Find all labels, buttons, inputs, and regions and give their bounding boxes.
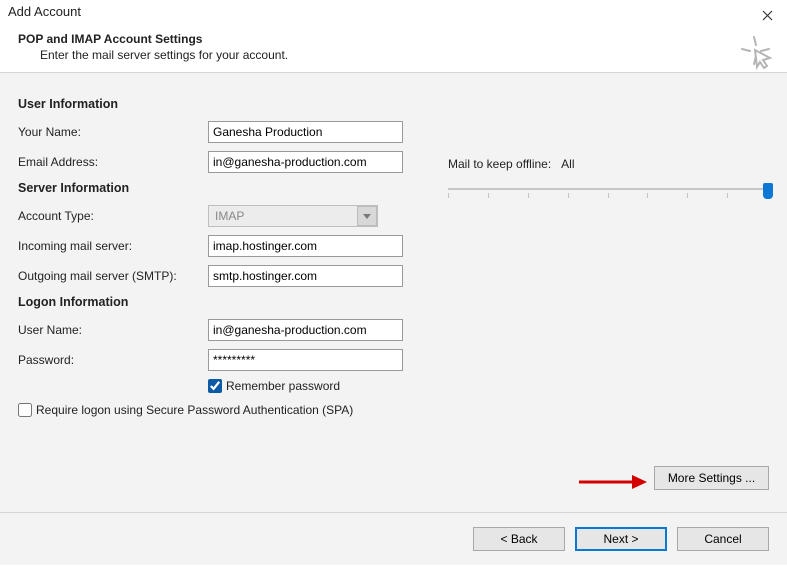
cursor-icon bbox=[737, 32, 777, 72]
select-account-type: IMAP bbox=[208, 205, 378, 227]
cancel-button[interactable]: Cancel bbox=[677, 527, 769, 551]
label-spa: Require logon using Secure Password Auth… bbox=[36, 403, 353, 417]
select-account-type-value: IMAP bbox=[215, 209, 244, 223]
annotation-arrow-icon bbox=[577, 470, 647, 494]
input-outgoing[interactable] bbox=[208, 265, 403, 287]
label-mail-offline: Mail to keep offline: bbox=[448, 157, 551, 171]
label-remember: Remember password bbox=[226, 379, 340, 393]
section-user-info: User Information bbox=[18, 97, 408, 111]
input-username[interactable] bbox=[208, 319, 403, 341]
slider-thumb[interactable] bbox=[763, 183, 773, 199]
label-incoming: Incoming mail server: bbox=[18, 239, 208, 253]
slider-track bbox=[448, 188, 768, 190]
value-mail-offline: All bbox=[561, 157, 574, 171]
next-button[interactable]: Next > bbox=[575, 527, 667, 551]
label-email: Email Address: bbox=[18, 155, 208, 169]
input-incoming[interactable] bbox=[208, 235, 403, 257]
page-subheading: Enter the mail server settings for your … bbox=[40, 48, 773, 62]
label-account-type: Account Type: bbox=[18, 209, 208, 223]
checkbox-spa[interactable] bbox=[18, 403, 32, 417]
slider-mail-offline[interactable] bbox=[448, 185, 768, 201]
label-username: User Name: bbox=[18, 323, 208, 337]
label-outgoing: Outgoing mail server (SMTP): bbox=[18, 269, 208, 283]
close-button[interactable] bbox=[753, 4, 781, 26]
section-logon-info: Logon Information bbox=[18, 295, 408, 309]
section-server-info: Server Information bbox=[18, 181, 408, 195]
back-button[interactable]: < Back bbox=[473, 527, 565, 551]
input-email[interactable] bbox=[208, 151, 403, 173]
slider-ticks bbox=[448, 193, 768, 198]
input-password[interactable] bbox=[208, 349, 403, 371]
window-title: Add Account bbox=[8, 4, 81, 19]
checkbox-remember[interactable] bbox=[208, 379, 222, 393]
close-icon bbox=[762, 10, 773, 21]
page-heading: POP and IMAP Account Settings bbox=[18, 32, 773, 46]
more-settings-button[interactable]: More Settings ... bbox=[654, 466, 769, 490]
label-password: Password: bbox=[18, 353, 208, 367]
input-your-name[interactable] bbox=[208, 121, 403, 143]
chevron-down-icon bbox=[357, 206, 377, 226]
label-your-name: Your Name: bbox=[18, 125, 208, 139]
